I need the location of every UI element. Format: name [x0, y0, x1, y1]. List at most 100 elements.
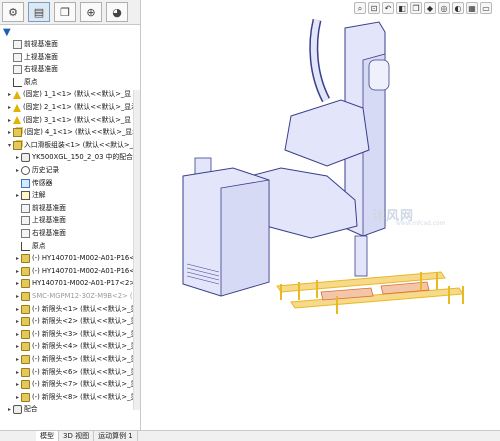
tree-node[interactable]: 原点: [0, 76, 38, 89]
tree-node[interactable]: ▸ (-) HY140701-M002-A01-P16<2>: [0, 265, 141, 278]
expand-toggle-icon[interactable]: ▸: [14, 303, 21, 316]
expand-toggle-icon[interactable]: ▸: [14, 265, 21, 278]
robot-model: [182, 18, 464, 314]
tree-node-label: SMC-MGPM12-30Z-M9B<2> (默认: [32, 292, 141, 300]
tree-node-label: (固定) 1_1<1> (默认<<默认>_显: [23, 90, 132, 99]
tree-node-label: (-) 新限头<1> (默认<<默认>_显示状: [32, 304, 141, 313]
expand-toggle-icon[interactable]: ▸: [14, 164, 21, 177]
part-icon: [21, 329, 30, 339]
tree-node-label: 原点: [32, 241, 46, 250]
tree-node[interactable]: ▸ SMC-MGPM12-30Z-M9B<2> (默认: [0, 290, 141, 303]
tree-scrollbar[interactable]: [133, 90, 140, 410]
spindle: [354, 235, 368, 277]
filter-icon[interactable]: ▼: [3, 27, 11, 38]
tree-node-label: (-) 新限头<5> (默认<<默认>_显示状: [32, 355, 141, 363]
expand-toggle-icon[interactable]: ▸: [14, 315, 21, 328]
expand-toggle-icon[interactable]: ▸: [14, 391, 21, 404]
tree-node[interactable]: ▸ (固定) 3_1<1> (默认<<默认>_显: [0, 114, 131, 127]
expand-toggle-icon[interactable]: ▸: [14, 378, 21, 391]
display-manager-icon: ◕: [112, 5, 122, 19]
tree-node-label: (-) 新限头<7> (默认<<默认>_显示状: [32, 380, 141, 389]
expand-toggle-icon[interactable]: ▸: [6, 403, 13, 416]
filter-row: ▼: [0, 25, 140, 39]
tree-node-label: 前视基准面: [24, 40, 58, 48]
tree-node[interactable]: 右视基准面: [0, 63, 58, 76]
tree-node[interactable]: ▸ 历史记录: [0, 164, 59, 177]
feature-manager-tab[interactable]: ⚙: [2, 2, 24, 22]
tree-node[interactable]: ▸ (-) 新限头<3> (默认<<默认>_显示状: [0, 328, 141, 341]
expand-toggle-icon[interactable]: ▸: [6, 126, 13, 139]
graphics-viewport[interactable]: ⌕ ⊡ ↶ ◧ ❒ ◆ ◎ ◐ ▦ ▭ 沐风网 www.mfcad.com: [141, 0, 500, 430]
configuration-manager-tab[interactable]: ❐: [54, 2, 76, 22]
tree-node[interactable]: 前视基准面: [0, 202, 66, 215]
tree-node[interactable]: ▾ 入口滑板组装<1> (默认<<默认>_显示状: [0, 139, 140, 152]
tree-node-label: (-) 新限头<6> (默认<<默认>_显示状: [32, 367, 141, 376]
tree-node[interactable]: ▸ (-) 新限头<8> (默认<<默认>_显示状: [0, 391, 140, 404]
asm-icon: [13, 128, 22, 138]
expand-toggle-icon[interactable]: ▸: [14, 340, 21, 353]
tree-node[interactable]: ▸ 配合: [0, 403, 38, 416]
tree-node[interactable]: ▸ YK500XGL_150_2_03 中的配合: [0, 151, 133, 164]
expand-toggle-icon[interactable]: ▸: [14, 151, 21, 164]
expand-toggle-icon[interactable]: ▸: [6, 101, 13, 114]
tree-node[interactable]: 上视基准面: [0, 214, 66, 227]
origin-icon: [21, 241, 30, 251]
feature-tree: 前视基准面 上视基准面 右视基准面 原点 ▸ (固定) 1_1<1> (默认<<默认>_显…: [0, 38, 140, 430]
expand-toggle-icon[interactable]: ▸: [14, 353, 21, 366]
bottom-tabs: 模型 3D 视图 运动算例 1: [0, 430, 500, 441]
tree-node[interactable]: ▸ (固定) 2_1<1> (默认<<默认>_显示: [0, 101, 138, 114]
tree-node[interactable]: ▸ HY140701-M002-A01-P17<2> (默: [0, 277, 140, 290]
tree-node[interactable]: ▸ (-) 新限头<4> (默认<<默认>_显示状: [0, 340, 140, 353]
tree-node-label: 前视基准面: [32, 203, 66, 212]
tree-node[interactable]: ▸ (固定) 1_1<1> (默认<<默认>_显: [0, 88, 131, 101]
part-icon: [21, 367, 30, 377]
tree-node-label: (固定) 2_1<1> (默认<<默认>_显示: [23, 103, 138, 111]
hist-icon: [21, 166, 30, 175]
tree-node-label: (-) 新限头<3> (默认<<默认>_显示状: [32, 329, 141, 338]
tree-node-label: (-) 新限头<2> (默认<<默认>_显示状: [32, 317, 141, 326]
tree-node[interactable]: ▸ 注解: [0, 189, 46, 202]
expand-toggle-icon[interactable]: ▸: [14, 252, 21, 265]
plane-icon: [13, 65, 22, 75]
warn-icon: [13, 116, 21, 125]
tree-node[interactable]: 传感器: [0, 177, 52, 190]
tree-node-label: 原点: [24, 77, 38, 86]
part-icon: [21, 279, 30, 289]
tree-node[interactable]: 右视基准面: [0, 227, 66, 240]
expand-toggle-icon[interactable]: ▸: [14, 366, 21, 379]
column-cap: [368, 59, 390, 91]
expand-toggle-icon[interactable]: ▸: [14, 290, 21, 303]
tree-node[interactable]: 上视基准面: [0, 51, 58, 64]
part-icon: [21, 304, 30, 314]
expand-toggle-icon[interactable]: ▸: [6, 88, 13, 101]
tree-node[interactable]: ▸ (-) HY140701-M002-A01-P16<1>: [0, 252, 140, 265]
mate-icon: [13, 405, 22, 415]
tree-node[interactable]: ▸ (-) 新限头<6> (默认<<默认>_显示状: [0, 366, 141, 379]
tree-node-label: 传感器: [32, 178, 53, 187]
tree-node[interactable]: 前视基准面: [0, 38, 58, 51]
expand-toggle-icon[interactable]: ▸: [14, 277, 21, 290]
tree-node[interactable]: ▸ (-) 新限头<5> (默认<<默认>_显示状: [0, 353, 141, 366]
tree-node[interactable]: ▸ (-) 新限头<7> (默认<<默认>_显示状: [0, 378, 141, 391]
base-front: [220, 179, 270, 297]
tree-node[interactable]: ▸ (-) 新限头<1> (默认<<默认>_显示状: [0, 303, 141, 316]
tree-node-label: 注解: [32, 191, 46, 200]
expand-toggle-icon[interactable]: ▸: [14, 328, 21, 341]
expand-toggle-icon[interactable]: ▸: [6, 114, 13, 127]
sensor-icon: [21, 178, 30, 188]
tree-node-label: (-) HY140701-M002-A01-P16<2>: [32, 266, 141, 275]
plane-icon: [21, 216, 30, 226]
expand-toggle-icon[interactable]: ▸: [14, 189, 21, 202]
expand-toggle-icon[interactable]: ▾: [6, 139, 13, 152]
tree-node[interactable]: 原点: [0, 240, 46, 253]
dimxpert-tab[interactable]: ⊕: [80, 2, 102, 22]
tree-node[interactable]: ▸ (-) 新限头<2> (默认<<默认>_显示状: [0, 315, 141, 328]
warn-icon: [13, 103, 21, 112]
feature-manager-panel: ⚙ ▤ ❐ ⊕ ◕ ▼ 前视基准面 上视基准面 右视基准面 原点 ▸ (固定) 1_1<1> (默…: [0, 0, 141, 430]
part-icon: [21, 266, 30, 276]
property-manager-tab[interactable]: ▤: [28, 2, 50, 22]
part-icon: [21, 380, 30, 390]
part-icon: [21, 317, 30, 327]
tree-node[interactable]: ▸ (固定) 4_1<1> (默认<<默认>_显示状: [0, 126, 140, 139]
display-manager-tab[interactable]: ◕: [106, 2, 128, 22]
